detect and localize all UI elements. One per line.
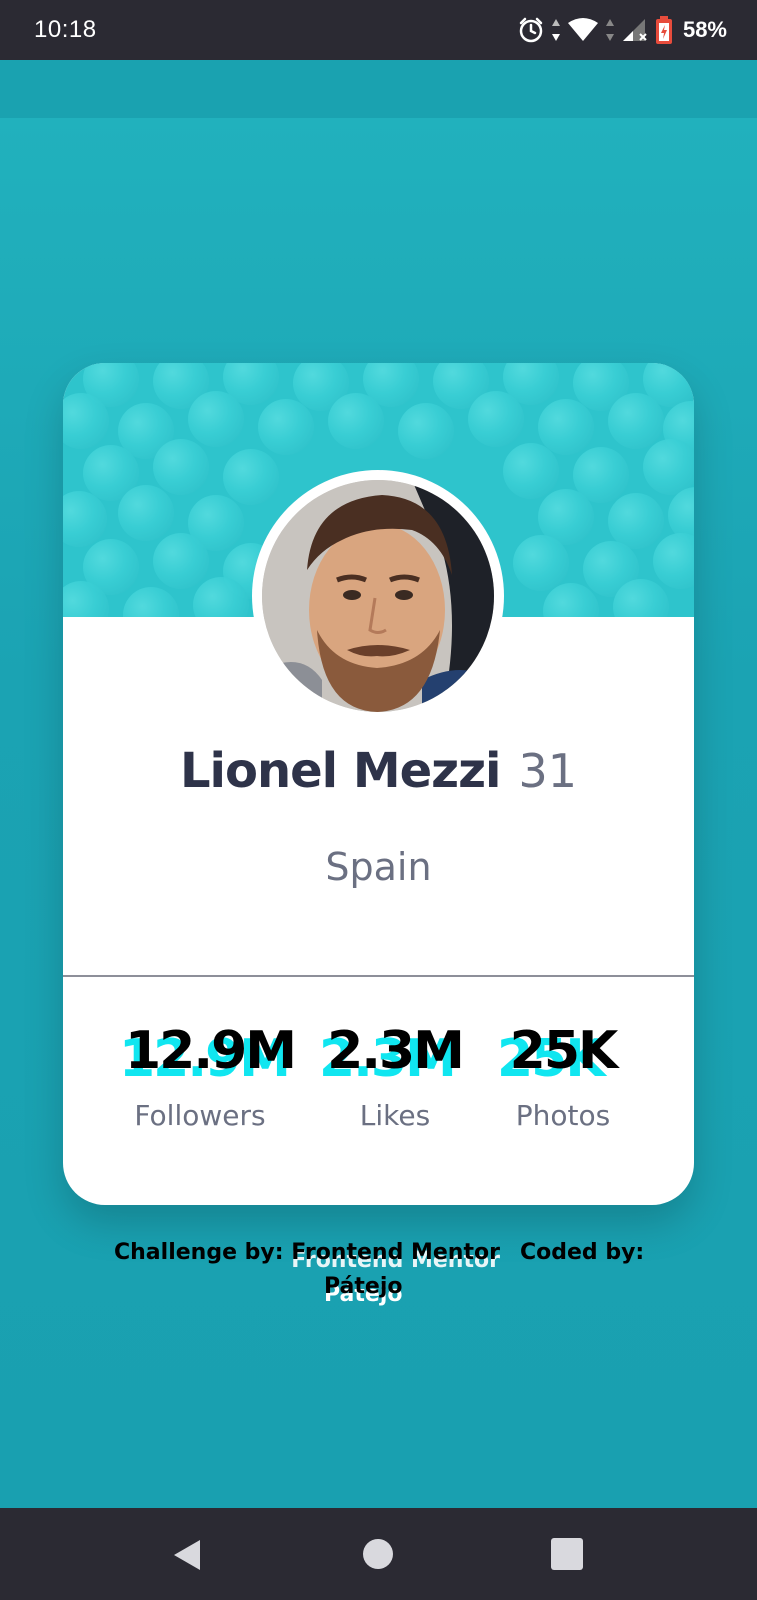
avatar [262,480,494,712]
battery-icon [655,15,673,45]
data-arrows-icon [551,17,561,43]
attribution-challenge-prefix: Challenge by: [114,1240,284,1265]
stat-photos: 25K 25K Photos [497,1021,623,1132]
stat-photos-value-text: 25K [509,1021,619,1081]
alarm-icon [517,16,545,44]
signal-icon [621,17,649,43]
stat-followers-value-text: 12.9M [125,1021,297,1081]
data-arrows-icon-2 [605,17,615,43]
navigation-bar [0,1508,757,1600]
avatar-ring [252,470,504,722]
stat-photos-label: Photos [515,1099,611,1132]
stat-likes-label: Likes [359,1099,431,1132]
stat-followers-value: 12.9M 12.9M [119,1023,297,1087]
frontend-mentor-link[interactable]: Frontend Mentor Frontend Mentor [291,1240,500,1273]
stat-followers: 12.9M 12.9M Followers [119,1023,297,1132]
attribution-challenge: Challenge by: Frontend Mentor Frontend M… [114,1240,500,1273]
stat-likes: 2.3M 2.3M Likes [319,1021,465,1132]
card-divider [63,975,694,977]
recents-icon[interactable] [551,1538,583,1575]
stats-row: 12.9M 12.9M Followers 2.3M 2.3M Likes 25… [63,1023,694,1163]
profile-name-row: Lionel Mezzi 31 [63,743,694,799]
stat-photos-value: 25K 25K [497,1021,623,1087]
wifi-icon [567,17,599,43]
frontend-mentor-link-text: Frontend Mentor [291,1240,500,1265]
attribution-coded-prefix: Coded by: [520,1240,645,1265]
coder-link[interactable]: Pátejo Pátejo [324,1274,403,1307]
back-icon[interactable] [170,1538,204,1577]
stat-likes-value-text: 2.3M [327,1021,465,1081]
coder-link-text: Pátejo [324,1274,403,1299]
app-top-strip [0,60,757,118]
profile-country: Spain [325,845,432,889]
battery-percent: 58% [682,17,727,42]
home-icon[interactable] [362,1538,394,1575]
status-time: 10:18 [34,16,97,43]
stat-followers-label: Followers [134,1099,266,1132]
status-icons: 58% [517,14,727,46]
profile-name: Lionel Mezzi [179,743,502,799]
profile-card: Lionel Mezzi 31 Spain 12.9M 12.9M Followe… [63,363,694,1205]
status-bar: 10:18 58% [0,0,757,60]
stat-likes-value: 2.3M 2.3M [319,1021,465,1087]
profile-age: 31 [518,744,578,798]
